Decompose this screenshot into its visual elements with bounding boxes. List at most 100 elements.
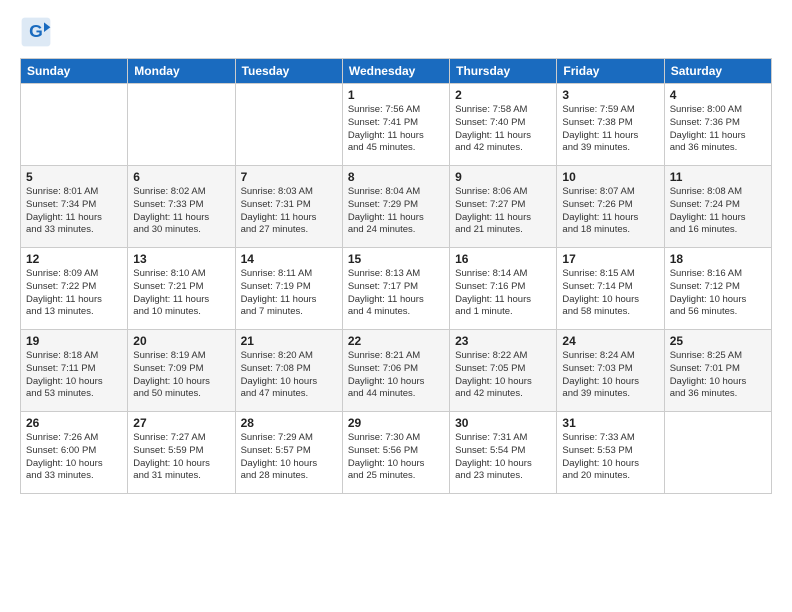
logo: G xyxy=(20,16,56,48)
calendar-cell: 26 Sunrise: 7:26 AM Sunset: 6:00 PM Dayli… xyxy=(21,412,128,494)
day-number: 27 xyxy=(133,416,229,430)
day-info: Sunrise: 8:15 AM Sunset: 7:14 PM Dayligh… xyxy=(562,268,658,319)
calendar-cell xyxy=(21,84,128,166)
day-number: 30 xyxy=(455,416,551,430)
calendar-cell: 17 Sunrise: 8:15 AM Sunset: 7:14 PM Dayli… xyxy=(557,248,664,330)
day-info: Sunrise: 7:31 AM Sunset: 5:54 PM Dayligh… xyxy=(455,432,551,483)
day-number: 24 xyxy=(562,334,658,348)
calendar-week-row: 1Sunrise: 7:56 AM Sunset: 7:41 PM Daylig… xyxy=(21,84,772,166)
day-number: 17 xyxy=(562,252,658,266)
calendar-cell: 28Sunrise: 7:29 AM Sunset: 5:57 PM Dayli… xyxy=(235,412,342,494)
day-number: 21 xyxy=(241,334,337,348)
day-number: 12 xyxy=(26,252,122,266)
calendar-cell: 1Sunrise: 7:56 AM Sunset: 7:41 PM Daylig… xyxy=(342,84,449,166)
day-info: Sunrise: 7:59 AM Sunset: 7:38 PM Dayligh… xyxy=(562,104,658,155)
day-number: 26 xyxy=(26,416,122,430)
day-number: 19 xyxy=(26,334,122,348)
calendar-cell: 27 Sunrise: 7:27 AM Sunset: 5:59 PM Dayli… xyxy=(128,412,235,494)
day-info: Sunrise: 8:06 AM Sunset: 7:27 PM Dayligh… xyxy=(455,186,551,237)
day-info: Sunrise: 7:29 AM Sunset: 5:57 PM Dayligh… xyxy=(241,432,337,483)
calendar-cell: 10 Sunrise: 8:07 AM Sunset: 7:26 PM Dayli… xyxy=(557,166,664,248)
day-info: Sunrise: 7:58 AM Sunset: 7:40 PM Dayligh… xyxy=(455,104,551,155)
calendar-cell xyxy=(235,84,342,166)
day-info: Sunrise: 8:07 AM Sunset: 7:26 PM Dayligh… xyxy=(562,186,658,237)
calendar-cell: 12 Sunrise: 8:09 AM Sunset: 7:22 PM Dayli… xyxy=(21,248,128,330)
day-info: Sunrise: 7:27 AM Sunset: 5:59 PM Dayligh… xyxy=(133,432,229,483)
day-info: Sunrise: 8:24 AM Sunset: 7:03 PM Dayligh… xyxy=(562,350,658,401)
day-number: 9 xyxy=(455,170,551,184)
calendar-week-row: 5 Sunrise: 8:01 AM Sunset: 7:34 PM Daylig… xyxy=(21,166,772,248)
calendar-cell: 19Sunrise: 8:18 AM Sunset: 7:11 PM Dayli… xyxy=(21,330,128,412)
day-info: Sunrise: 8:08 AM Sunset: 7:24 PM Dayligh… xyxy=(670,186,766,237)
calendar-cell: 6 Sunrise: 8:02 AM Sunset: 7:33 PM Daylig… xyxy=(128,166,235,248)
day-info: Sunrise: 8:02 AM Sunset: 7:33 PM Dayligh… xyxy=(133,186,229,237)
calendar-cell: 18 Sunrise: 8:16 AM Sunset: 7:12 PM Dayli… xyxy=(664,248,771,330)
day-number: 16 xyxy=(455,252,551,266)
calendar-cell: 15Sunrise: 8:13 AM Sunset: 7:17 PM Dayli… xyxy=(342,248,449,330)
calendar-cell: 5 Sunrise: 8:01 AM Sunset: 7:34 PM Daylig… xyxy=(21,166,128,248)
day-info: Sunrise: 7:26 AM Sunset: 6:00 PM Dayligh… xyxy=(26,432,122,483)
calendar-cell: 21 Sunrise: 8:20 AM Sunset: 7:08 PM Dayli… xyxy=(235,330,342,412)
calendar-cell: 24 Sunrise: 8:24 AM Sunset: 7:03 PM Dayli… xyxy=(557,330,664,412)
logo-icon: G xyxy=(20,16,52,48)
day-number: 4 xyxy=(670,88,766,102)
weekday-header: Monday xyxy=(128,59,235,84)
day-info: Sunrise: 8:16 AM Sunset: 7:12 PM Dayligh… xyxy=(670,268,766,319)
calendar-cell xyxy=(128,84,235,166)
calendar-cell: 23 Sunrise: 8:22 AM Sunset: 7:05 PM Dayli… xyxy=(450,330,557,412)
day-number: 5 xyxy=(26,170,122,184)
calendar-header-row: SundayMondayTuesdayWednesdayThursdayFrid… xyxy=(21,59,772,84)
day-info: Sunrise: 8:09 AM Sunset: 7:22 PM Dayligh… xyxy=(26,268,122,319)
calendar-cell xyxy=(664,412,771,494)
day-number: 10 xyxy=(562,170,658,184)
calendar-cell: 2Sunrise: 7:58 AM Sunset: 7:40 PM Daylig… xyxy=(450,84,557,166)
weekday-header: Friday xyxy=(557,59,664,84)
day-number: 13 xyxy=(133,252,229,266)
day-number: 6 xyxy=(133,170,229,184)
weekday-header: Saturday xyxy=(664,59,771,84)
day-info: Sunrise: 8:20 AM Sunset: 7:08 PM Dayligh… xyxy=(241,350,337,401)
day-info: Sunrise: 7:30 AM Sunset: 5:56 PM Dayligh… xyxy=(348,432,444,483)
day-info: Sunrise: 8:10 AM Sunset: 7:21 PM Dayligh… xyxy=(133,268,229,319)
calendar-cell: 8Sunrise: 8:04 AM Sunset: 7:29 PM Daylig… xyxy=(342,166,449,248)
calendar: SundayMondayTuesdayWednesdayThursdayFrid… xyxy=(20,58,772,494)
calendar-cell: 31Sunrise: 7:33 AM Sunset: 5:53 PM Dayli… xyxy=(557,412,664,494)
calendar-cell: 16Sunrise: 8:14 AM Sunset: 7:16 PM Dayli… xyxy=(450,248,557,330)
day-info: Sunrise: 7:33 AM Sunset: 5:53 PM Dayligh… xyxy=(562,432,658,483)
day-number: 8 xyxy=(348,170,444,184)
calendar-week-row: 19Sunrise: 8:18 AM Sunset: 7:11 PM Dayli… xyxy=(21,330,772,412)
day-number: 11 xyxy=(670,170,766,184)
page: G SundayMondayTuesdayWednesdayThursdayFr… xyxy=(0,0,792,612)
calendar-cell: 7Sunrise: 8:03 AM Sunset: 7:31 PM Daylig… xyxy=(235,166,342,248)
calendar-cell: 25Sunrise: 8:25 AM Sunset: 7:01 PM Dayli… xyxy=(664,330,771,412)
day-number: 15 xyxy=(348,252,444,266)
day-number: 29 xyxy=(348,416,444,430)
weekday-header: Thursday xyxy=(450,59,557,84)
day-info: Sunrise: 7:56 AM Sunset: 7:41 PM Dayligh… xyxy=(348,104,444,155)
day-number: 18 xyxy=(670,252,766,266)
header: G xyxy=(20,16,772,48)
svg-text:G: G xyxy=(29,21,43,41)
day-number: 7 xyxy=(241,170,337,184)
calendar-cell: 30 Sunrise: 7:31 AM Sunset: 5:54 PM Dayli… xyxy=(450,412,557,494)
day-info: Sunrise: 8:01 AM Sunset: 7:34 PM Dayligh… xyxy=(26,186,122,237)
day-info: Sunrise: 8:22 AM Sunset: 7:05 PM Dayligh… xyxy=(455,350,551,401)
day-info: Sunrise: 8:25 AM Sunset: 7:01 PM Dayligh… xyxy=(670,350,766,401)
calendar-cell: 13 Sunrise: 8:10 AM Sunset: 7:21 PM Dayli… xyxy=(128,248,235,330)
weekday-header: Tuesday xyxy=(235,59,342,84)
day-number: 3 xyxy=(562,88,658,102)
day-number: 22 xyxy=(348,334,444,348)
calendar-cell: 29 Sunrise: 7:30 AM Sunset: 5:56 PM Dayli… xyxy=(342,412,449,494)
calendar-cell: 4 Sunrise: 8:00 AM Sunset: 7:36 PM Daylig… xyxy=(664,84,771,166)
weekday-header: Wednesday xyxy=(342,59,449,84)
day-number: 20 xyxy=(133,334,229,348)
calendar-cell: 22Sunrise: 8:21 AM Sunset: 7:06 PM Dayli… xyxy=(342,330,449,412)
day-number: 14 xyxy=(241,252,337,266)
calendar-cell: 20 Sunrise: 8:19 AM Sunset: 7:09 PM Dayli… xyxy=(128,330,235,412)
calendar-cell: 11 Sunrise: 8:08 AM Sunset: 7:24 PM Dayli… xyxy=(664,166,771,248)
weekday-header: Sunday xyxy=(21,59,128,84)
day-info: Sunrise: 8:19 AM Sunset: 7:09 PM Dayligh… xyxy=(133,350,229,401)
calendar-week-row: 12 Sunrise: 8:09 AM Sunset: 7:22 PM Dayli… xyxy=(21,248,772,330)
day-number: 23 xyxy=(455,334,551,348)
day-info: Sunrise: 8:00 AM Sunset: 7:36 PM Dayligh… xyxy=(670,104,766,155)
